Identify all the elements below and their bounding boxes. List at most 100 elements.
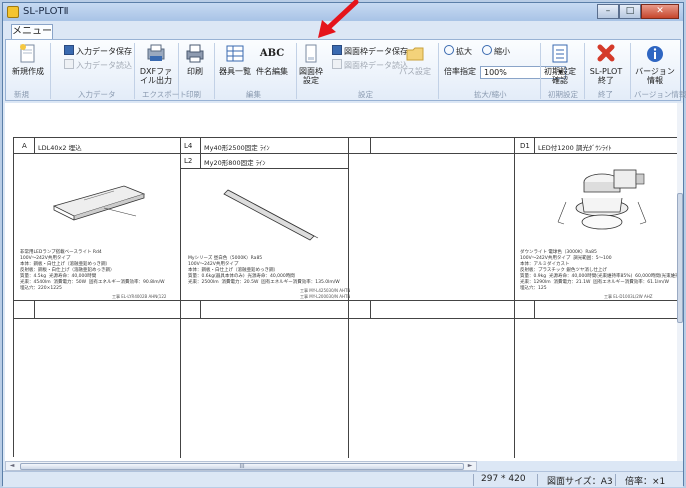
app-icon <box>7 6 19 18</box>
folder-icon <box>404 43 426 65</box>
tab-menu[interactable]: メニュー <box>11 24 53 39</box>
divider <box>534 300 535 318</box>
cell-name: LDL40x2 埋込 <box>38 144 82 152</box>
cell-description: Myシリーズ 昼白色（5000K）Ra85 100V～242V共用タイプ 本体：… <box>188 256 340 285</box>
app-window: SL-PLOTⅡ – □ ✕ メニュー 新規作成 入力データ保存 入力データ読込 <box>2 2 686 487</box>
separator <box>50 43 51 99</box>
group-label-setting: 設定 <box>358 90 373 99</box>
separator <box>584 43 585 99</box>
ribbon: 新規作成 入力データ保存 入力データ読込 DXFファイル出力 印刷 器具一覧 A… <box>5 39 686 101</box>
path-setting-label: パス設定 <box>399 67 431 76</box>
init-setting-button[interactable]: 初期設定確認 <box>540 43 580 85</box>
vertical-scrollbar[interactable] <box>677 103 683 461</box>
cell-reference: 工事 EL-D1003L/2W AHZ <box>604 294 653 299</box>
save-frame-button[interactable]: 図面枠データ保存 <box>332 45 408 57</box>
scroll-left-icon[interactable]: ◄ <box>6 462 18 470</box>
scroll-thumb[interactable]: III <box>20 463 464 470</box>
group-label-input: 入力データ <box>78 90 116 99</box>
zoom-out-label: 縮小 <box>494 47 510 56</box>
annotation-arrow-icon <box>318 0 359 38</box>
scroll-thumb[interactable] <box>677 193 683 323</box>
save-icon <box>332 45 342 55</box>
window-title: SL-PLOTⅡ <box>23 6 69 17</box>
divider <box>200 138 201 168</box>
drawing-sheet: A LDL40x2 埋込 L4 My40形2500固定 ﾗｲﾝ L2 My20形… <box>13 137 681 458</box>
group-label-version: バージョン情報 <box>634 90 686 99</box>
print-label: 印刷 <box>187 67 203 76</box>
horizontal-scrollbar[interactable]: ◄ III ► <box>5 461 477 471</box>
equipment-list-label: 器具一覧 <box>219 67 251 76</box>
settings-check-icon <box>549 43 571 65</box>
downlight-drawing <box>557 169 647 230</box>
version-button[interactable]: バージョン情報 <box>632 43 678 85</box>
group-label-edit: 編集 <box>246 90 261 99</box>
save-icon <box>64 45 74 55</box>
version-label: バージョン情報 <box>635 67 675 85</box>
dxf-output-button[interactable]: DXFファイル出力 <box>138 43 174 85</box>
info-icon <box>644 43 666 65</box>
save-input-button[interactable]: 入力データ保存 <box>64 45 132 57</box>
zoom-in-button[interactable]: 拡大 <box>444 45 472 57</box>
open-file-icon <box>64 59 74 69</box>
base-light-drawing <box>52 185 146 221</box>
group-label-init: 初期設定 <box>548 90 578 99</box>
cell-reference: 工事 EL-LYR4002B AHN(122 <box>112 294 167 299</box>
status-size: 297 * 420 <box>481 474 526 484</box>
group-label-print: 印刷 <box>186 90 201 99</box>
cell-description: 非常用LEDランプ搭載ベースライト Rd4 100V～242V共用タイプ 本体：… <box>20 250 165 291</box>
cell-name: My40形2500固定 ﾗｲﾝ <box>204 144 270 152</box>
divider <box>180 168 348 169</box>
group-label-new: 新規 <box>14 90 29 99</box>
abc-text-icon: ABC <box>259 48 285 59</box>
separator <box>438 43 439 99</box>
separator <box>615 474 616 486</box>
zoom-out-button[interactable]: 縮小 <box>482 45 510 57</box>
divider <box>370 138 371 153</box>
separator <box>537 474 538 486</box>
minimize-button[interactable]: – <box>597 4 619 19</box>
item-edit-label: 件名編集 <box>256 67 288 76</box>
new-document-icon <box>17 43 39 65</box>
read-frame-button[interactable]: 図面枠データ読込 <box>332 59 408 71</box>
dxf-output-label: DXFファイル出力 <box>139 67 173 85</box>
close-button[interactable]: ✕ <box>641 4 679 19</box>
frame-icon <box>300 43 322 65</box>
divider <box>180 138 181 458</box>
new-button[interactable]: 新規作成 <box>8 43 48 85</box>
dxf-export-icon <box>145 43 167 65</box>
divider <box>14 153 180 154</box>
ratio-value: 100% <box>484 68 507 77</box>
zoom-in-label: 拡大 <box>456 47 472 56</box>
cell-code: L2 <box>184 157 193 165</box>
exit-button[interactable]: SL-PLOT終了 <box>586 43 626 85</box>
equipment-list-button[interactable]: 器具一覧 <box>218 43 252 85</box>
exit-label: SL-PLOT終了 <box>589 67 623 85</box>
separator <box>473 474 474 486</box>
frame-setting-label: 図面枠設定 <box>299 67 323 85</box>
table-icon <box>224 43 246 65</box>
close-icon <box>595 43 617 65</box>
scroll-right-icon[interactable]: ► <box>464 462 476 470</box>
cell-code: A <box>22 142 27 150</box>
separator <box>630 43 631 99</box>
cell-description: ダウンライト 電球色（3000K）Ra85 100V～242V共用タイプ 調光範… <box>520 250 681 291</box>
item-edit-button[interactable]: ABC 件名編集 <box>254 43 290 85</box>
read-input-button[interactable]: 入力データ読込 <box>64 59 132 71</box>
status-zoom: 倍率：×1 <box>625 477 666 487</box>
frame-setting-button[interactable]: 図面枠設定 <box>296 43 326 85</box>
maximize-button[interactable]: □ <box>619 4 641 19</box>
print-button[interactable]: 印刷 <box>180 43 210 85</box>
zoom-out-icon <box>482 45 492 55</box>
divider <box>514 138 515 458</box>
line-light-drawing <box>223 189 319 241</box>
cell-code: L4 <box>184 142 193 150</box>
group-label-exit: 終了 <box>598 90 613 99</box>
drawing-canvas[interactable]: A LDL40x2 埋込 L4 My40形2500固定 ﾗｲﾝ L2 My20形… <box>5 103 681 461</box>
divider <box>514 153 681 154</box>
divider <box>34 138 35 153</box>
cell-code: D1 <box>520 142 530 150</box>
path-setting-button[interactable]: パス設定 <box>398 43 432 85</box>
divider <box>200 300 201 318</box>
status-paper: 図面サイズ：A3 <box>547 477 613 487</box>
cell-name: LED付1200 調光ﾀﾞｳﾝﾗｲﾄ <box>538 144 612 152</box>
